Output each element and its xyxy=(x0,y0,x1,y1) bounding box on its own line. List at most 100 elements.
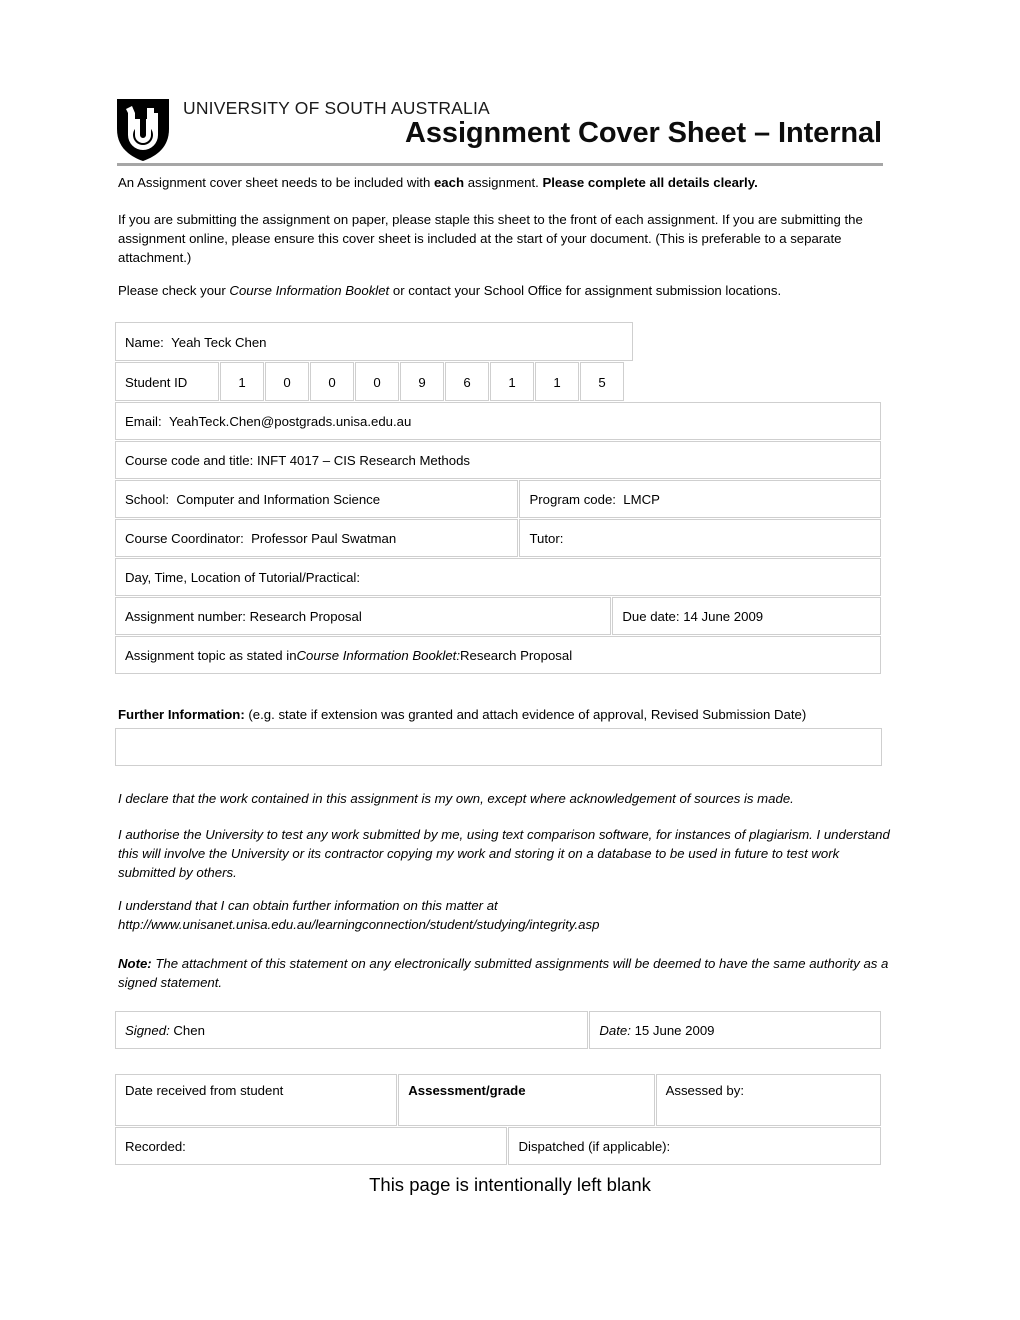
table-row-student-id: Student ID 1 0 0 0 9 6 1 1 5 xyxy=(115,362,882,402)
table-row-office-bottom: Recorded: Dispatched (if applicable): xyxy=(115,1127,882,1166)
name-label: Name: xyxy=(125,334,164,350)
course-information-booklet-ref: Course Information Booklet xyxy=(229,283,390,298)
declaration-paragraph-3: I understand that I can obtain further i… xyxy=(118,896,900,934)
program-code-label: Program code: xyxy=(529,492,616,507)
coordinator-label: Course Coordinator: xyxy=(125,531,244,546)
digit-value: 1 xyxy=(553,374,561,390)
student-id-digit-7[interactable]: 1 xyxy=(490,362,534,401)
tutorial-field[interactable]: Day, Time, Location of Tutorial/Practica… xyxy=(115,558,881,596)
course-field[interactable]: Course code and title: INFT 4017 – CIS R… xyxy=(115,441,881,479)
intro-p3-a: Please check your xyxy=(118,283,230,298)
intro-p3-c: or contact your School Office for assign… xyxy=(389,283,782,298)
program-code-field[interactable]: Program code: LMCP xyxy=(519,480,881,518)
table-row-office-top: Date received from student Assessment/gr… xyxy=(115,1074,882,1127)
further-information-label: Further Information: (e.g. state if exte… xyxy=(118,706,806,724)
page-title: Assignment Cover Sheet – Internal xyxy=(405,117,882,149)
tutor-label: Tutor: xyxy=(529,531,564,546)
signature-date-label: Date: xyxy=(599,1023,631,1038)
assignment-cover-sheet-page: UNIVERSITY OF SOUTH AUSTRALIA Assignment… xyxy=(0,0,1020,1320)
digit-value: 9 xyxy=(418,374,426,390)
unisa-shield-logo-icon xyxy=(117,99,169,161)
student-id-label: Student ID xyxy=(115,362,219,401)
assignment-number-field[interactable]: Assignment number: Research Proposal xyxy=(115,597,612,635)
name-field[interactable]: Name: Yeah Teck Chen xyxy=(115,322,633,361)
university-name: UNIVERSITY OF SOUTH AUSTRALIA xyxy=(183,98,490,118)
digit-value: 0 xyxy=(373,374,381,390)
intro-text-c: assignment. xyxy=(464,175,543,190)
due-date-field[interactable]: Due date: 14 June 2009 xyxy=(612,597,881,635)
assignment-number-label: Assignment number: xyxy=(125,609,246,624)
topic-value: Research Proposal xyxy=(460,648,573,663)
academic-integrity-url[interactable]: http://www.unisanet.unisa.edu.au/learnin… xyxy=(118,917,599,932)
digit-value: 1 xyxy=(238,374,246,390)
table-row-email: Email: YeahTeck.Chen@postgrads.unisa.edu… xyxy=(115,402,882,441)
blank-page-note: This page is intentionally left blank xyxy=(369,1174,651,1195)
declaration-paragraph-1: I declare that the work contained in thi… xyxy=(118,791,794,806)
student-id-digit-5[interactable]: 9 xyxy=(400,362,444,401)
table-row-signed-date: Signed: Chen Date: 15 June 2009 xyxy=(115,1011,882,1050)
topic-label-a: Assignment topic as stated in xyxy=(125,648,297,663)
assignment-topic-field[interactable]: Assignment topic as stated in Course Inf… xyxy=(115,636,881,674)
assessed-by-field[interactable]: Assessed by: xyxy=(655,1074,881,1126)
tutorial-label: Day, Time, Location of Tutorial/Practica… xyxy=(125,570,361,585)
email-field[interactable]: Email: YeahTeck.Chen@postgrads.unisa.edu… xyxy=(115,402,881,440)
table-row-course: Course code and title: INFT 4017 – CIS R… xyxy=(115,441,882,480)
further-information-input[interactable] xyxy=(115,728,882,766)
school-label: School: xyxy=(125,492,169,507)
digit-value: 1 xyxy=(508,374,516,390)
due-date-value: 14 June 2009 xyxy=(683,609,764,624)
table-row-assignment-due: Assignment number: Research Proposal Due… xyxy=(115,597,882,636)
student-id-digit-4[interactable]: 0 xyxy=(355,362,399,401)
dispatched-field[interactable]: Dispatched (if applicable): xyxy=(508,1127,881,1165)
assessment-grade-field[interactable]: Assessment/grade xyxy=(398,1074,655,1126)
student-id-digit-2[interactable]: 0 xyxy=(265,362,309,401)
table-row-tutorial: Day, Time, Location of Tutorial/Practica… xyxy=(115,558,882,597)
table-row-name: Name: Yeah Teck Chen xyxy=(115,322,882,362)
intro-text-a: An Assignment cover sheet needs to be in… xyxy=(118,175,434,190)
due-date-label: Due date: xyxy=(622,609,680,624)
student-id-digit-9[interactable]: 5 xyxy=(580,362,624,401)
digit-value: 0 xyxy=(283,374,291,390)
signature-date-value: 15 June 2009 xyxy=(634,1023,715,1038)
course-value: INFT 4017 – CIS Research Methods xyxy=(256,453,471,468)
table-row-school-program: School: Computer and Information Science… xyxy=(115,480,882,519)
recorded-field[interactable]: Recorded: xyxy=(115,1127,508,1165)
course-coordinator-field[interactable]: Course Coordinator: Professor Paul Swatm… xyxy=(115,519,519,557)
further-information-title: Further Information: xyxy=(118,707,245,722)
date-received-field[interactable]: Date received from student xyxy=(115,1074,398,1126)
school-field[interactable]: School: Computer and Information Science xyxy=(115,480,519,518)
note-label: Note: xyxy=(118,956,152,971)
intro-line-1: An Assignment cover sheet needs to be in… xyxy=(118,173,898,192)
declaration-paragraph-2: I authorise the University to test any w… xyxy=(118,827,890,880)
student-id-digit-3[interactable]: 0 xyxy=(310,362,354,401)
further-information-hint: (e.g. state if extension was granted and… xyxy=(244,707,807,722)
signature-table: Signed: Chen Date: 15 June 2009 xyxy=(115,1011,882,1050)
intro-paragraph-3: Please check your Course Information Boo… xyxy=(118,281,898,300)
header-divider xyxy=(117,163,883,166)
signature-date-field[interactable]: Date: 15 June 2009 xyxy=(589,1011,881,1049)
declaration-p3-line1: I understand that I can obtain further i… xyxy=(118,898,498,913)
email-value: YeahTeck.Chen@postgrads.unisa.edu.au xyxy=(168,414,412,429)
student-id-digit-1[interactable]: 1 xyxy=(220,362,264,401)
intro-text-each: each xyxy=(433,175,465,190)
student-id-digit-8[interactable]: 1 xyxy=(535,362,579,401)
declaration-note: Note: The attachment of this statement o… xyxy=(118,954,900,992)
signed-label: Signed: xyxy=(125,1023,170,1038)
name-value: Yeah Teck Chen xyxy=(171,334,267,350)
signed-value: Chen xyxy=(173,1023,205,1038)
signed-field[interactable]: Signed: Chen xyxy=(115,1011,589,1049)
coordinator-value: Professor Paul Swatman xyxy=(251,531,397,546)
note-text: The attachment of this statement on any … xyxy=(118,956,889,990)
program-code-value: LMCP xyxy=(623,492,660,507)
digit-value: 5 xyxy=(598,374,606,390)
email-label: Email: xyxy=(125,414,162,429)
student-id-digit-6[interactable]: 6 xyxy=(445,362,489,401)
tutor-field[interactable]: Tutor: xyxy=(519,519,881,557)
intro-paragraph-2: If you are submitting the assignment on … xyxy=(118,212,863,265)
digit-value: 6 xyxy=(463,374,471,390)
table-row-coordinator-tutor: Course Coordinator: Professor Paul Swatm… xyxy=(115,519,882,558)
digit-value: 0 xyxy=(328,374,336,390)
school-value: Computer and Information Science xyxy=(176,492,381,507)
assignment-number-value: Research Proposal xyxy=(249,609,362,624)
table-row-topic: Assignment topic as stated in Course Inf… xyxy=(115,636,882,675)
